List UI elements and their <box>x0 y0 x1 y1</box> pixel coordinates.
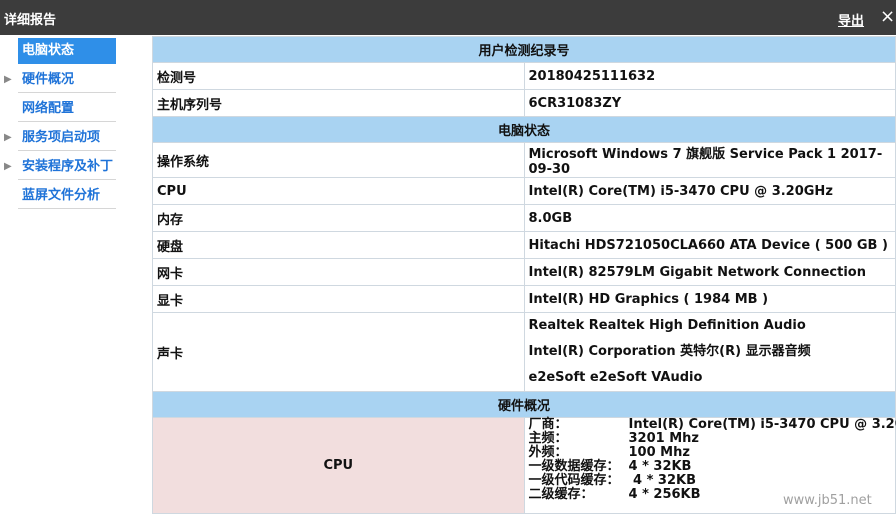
cpu-detail-line: 一级代码缓存： 4 * 32KB <box>529 474 892 488</box>
section-title: 硬件概况 <box>152 391 896 418</box>
row-label: CPU <box>152 177 525 205</box>
row-label: 主机序列号 <box>152 89 525 117</box>
report-table: 用户检测纪录号 检测号 20180425111632 主机序列号 6CR3108… <box>152 36 896 514</box>
detail-key: 主频： <box>528 431 568 446</box>
row-value: Microsoft Windows 7 旗舰版 Service Pack 1 2… <box>523 142 896 178</box>
table-row: 网卡 Intel(R) 82579LM Gigabit Network Conn… <box>152 258 896 286</box>
table-row: 主机序列号 6CR31083ZY <box>152 89 896 117</box>
title-bar: 详细报告 导出 × <box>0 0 896 35</box>
detail-key: 一级代码缓存： <box>528 473 620 488</box>
table-row: 显卡 Intel(R) HD Graphics ( 1984 MB ) <box>152 285 896 313</box>
detail-value: 100 Mhz <box>628 445 690 460</box>
sidebar-item-programs-patches[interactable]: 安装程序及补丁 <box>18 154 116 180</box>
cpu-detail-line: 一级数据缓存： 4 * 32KB <box>529 460 892 474</box>
cpu-detail-line: 外频： 100 Mhz <box>529 446 892 460</box>
row-value: 8.0GB <box>523 204 896 232</box>
window-title: 详细报告 <box>4 13 57 28</box>
row-value: Intel(R) Core(TM) i5-3470 CPU @ 3.20GHz <box>523 177 896 205</box>
sidebar-item-hardware-overview[interactable]: 硬件概况 <box>18 67 116 93</box>
row-label: 内存 <box>152 204 525 232</box>
table-row: 操作系统 Microsoft Windows 7 旗舰版 Service Pac… <box>152 142 896 178</box>
detail-value: 4 * 256KB <box>628 487 701 502</box>
detail-key: 一级数据缓存： <box>528 459 620 474</box>
row-label: 检测号 <box>152 62 525 90</box>
detail-value: Intel(R) Core(TM) i5-3470 CPU @ 3.20GHz <box>628 417 896 432</box>
table-row: 内存 8.0GB <box>152 204 896 232</box>
sidebar-item-network-config[interactable]: 网络配置 <box>18 96 116 122</box>
sound-device: Realtek Realtek High Definition Audio <box>528 318 806 333</box>
table-row: 检测号 20180425111632 <box>152 62 896 90</box>
section-header-hardware: 硬件概况 <box>152 391 896 418</box>
detail-key: 厂商： <box>528 417 568 432</box>
section-title: 用户检测纪录号 <box>152 36 896 63</box>
row-value: 6CR31083ZY <box>523 89 896 117</box>
expand-arrow-icon[interactable]: ▶ <box>4 67 14 93</box>
row-label: 声卡 <box>152 312 525 392</box>
sidebar-item-services-startup[interactable]: 服务项启动项 <box>18 125 116 151</box>
row-value: Hitachi HDS721050CLA660 ATA Device ( 500… <box>523 231 896 259</box>
row-label: 显卡 <box>152 285 525 313</box>
cpu-detail-line: 厂商： Intel(R) Core(TM) i5-3470 CPU @ 3.20G… <box>528 417 896 432</box>
detail-value: 4 * 32KB <box>628 473 696 488</box>
cpu-detail-line: 主频： 3201 Mhz <box>529 432 892 446</box>
row-value: Realtek Realtek High Definition Audio In… <box>523 312 896 392</box>
table-row: 硬盘 Hitachi HDS721050CLA660 ATA Device ( … <box>152 231 896 259</box>
detail-value: 3201 Mhz <box>628 431 699 446</box>
row-value: Intel(R) HD Graphics ( 1984 MB ) <box>523 285 896 313</box>
section-header-record: 用户检测纪录号 <box>152 36 896 63</box>
sound-device: e2eSoft e2eSoft VAudio <box>528 370 703 385</box>
cpu-label: CPU <box>152 417 525 514</box>
row-label: 操作系统 <box>152 142 525 178</box>
table-row: CPU Intel(R) Core(TM) i5-3470 CPU @ 3.20… <box>152 177 896 205</box>
sound-device: Intel(R) Corporation 英特尔(R) 显示器音频 <box>528 344 811 359</box>
row-label: 硬盘 <box>152 231 525 259</box>
section-header-status: 电脑状态 <box>152 116 896 143</box>
table-row-sound: 声卡 Realtek Realtek High Definition Audio… <box>152 312 896 392</box>
close-icon[interactable]: × <box>880 6 895 27</box>
section-title: 电脑状态 <box>152 116 896 143</box>
detail-value: 4 * 32KB <box>628 459 692 474</box>
expand-arrow-icon[interactable]: ▶ <box>4 154 14 180</box>
row-label: 网卡 <box>152 258 525 286</box>
sidebar-item-computer-status[interactable]: 电脑状态 <box>18 38 116 64</box>
detail-key: 二级缓存： <box>528 487 594 502</box>
row-value: Intel(R) 82579LM Gigabit Network Connect… <box>523 258 896 286</box>
sidebar: 电脑状态 ▶ 硬件概况 网络配置 ▶ 服务项启动项 ▶ 安装程序及补丁 蓝屏文件… <box>0 35 150 515</box>
row-value: 20180425111632 <box>523 62 896 90</box>
export-button[interactable]: 导出 <box>838 10 864 29</box>
sidebar-item-bsod-analysis[interactable]: 蓝屏文件分析 <box>18 183 116 209</box>
watermark: www.jb51.net <box>783 493 872 508</box>
detail-key: 外频： <box>528 445 568 460</box>
expand-arrow-icon[interactable]: ▶ <box>4 125 14 151</box>
